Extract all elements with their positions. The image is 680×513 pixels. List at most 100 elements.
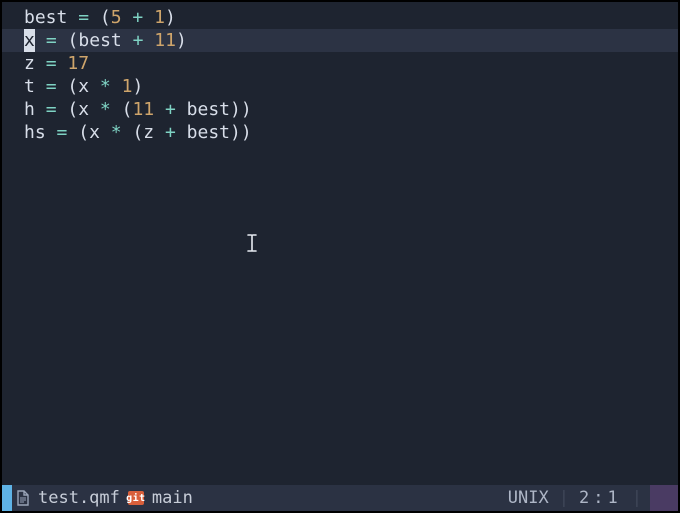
code-token: + [165, 122, 176, 143]
code-token [143, 30, 154, 51]
code-token: 1 [154, 30, 165, 51]
code-token [35, 99, 46, 120]
code-token: 11 [132, 99, 154, 120]
git-branch-label: main [152, 487, 193, 510]
code-token [111, 99, 122, 120]
code-token: x [89, 122, 100, 143]
code-token: = [46, 53, 57, 74]
file-icon [16, 490, 30, 506]
mode-indicator [2, 485, 12, 511]
code-token [176, 99, 187, 120]
code-line[interactable]: h = (x * (11 + best)) [2, 98, 678, 121]
status-bar-right: UNIX | 2:1 | [508, 487, 650, 510]
code-token [89, 76, 100, 97]
code-token: ( [132, 122, 143, 143]
line-ending-label: UNIX [508, 487, 549, 510]
code-token [57, 53, 68, 74]
code-token: ) [230, 122, 241, 143]
code-token: t [24, 76, 35, 97]
code-token: hs [24, 122, 46, 143]
code-token: ) [132, 76, 143, 97]
code-token: ( [68, 30, 79, 51]
code-token [57, 76, 68, 97]
code-token [89, 7, 100, 28]
code-token: 5 [111, 7, 122, 28]
code-token: + [132, 7, 143, 28]
code-token [122, 122, 133, 143]
code-token: best [24, 7, 67, 28]
code-token: ( [67, 99, 78, 120]
code-token [57, 99, 68, 120]
code-token: = [46, 76, 57, 97]
code-token [154, 122, 165, 143]
code-token [46, 122, 57, 143]
code-token [111, 76, 122, 97]
code-token: best [187, 99, 230, 120]
code-token: = [46, 30, 57, 51]
code-token: ) [230, 99, 241, 120]
status-bar-tail [650, 485, 678, 511]
code-token [67, 7, 78, 28]
status-separator: | [632, 487, 642, 510]
status-separator: | [559, 487, 569, 510]
code-token: b [78, 30, 89, 51]
git-icon: git [128, 491, 144, 505]
code-token: * [100, 76, 111, 97]
code-token: 17 [67, 53, 89, 74]
code-token [35, 76, 46, 97]
code-token: s [100, 30, 111, 51]
block-cursor: x [24, 29, 35, 52]
code-token: ) [241, 99, 252, 120]
code-line[interactable]: hs = (x * (z + best)) [2, 121, 678, 144]
code-token: ( [100, 7, 111, 28]
code-token [176, 122, 187, 143]
code-token: * [100, 99, 111, 120]
code-token: ( [78, 122, 89, 143]
code-token [35, 53, 46, 74]
code-token [154, 99, 165, 120]
filename-label: test.qmf [38, 487, 120, 510]
code-line[interactable]: z = 17 [2, 52, 678, 75]
code-line[interactable]: t = (x * 1) [2, 75, 678, 98]
code-token [100, 122, 111, 143]
cursor-line: 2 [579, 488, 593, 508]
text-cursor-ibeam-icon [246, 234, 258, 252]
code-token: + [165, 99, 176, 120]
code-token [67, 122, 78, 143]
code-token: h [24, 99, 35, 120]
code-line[interactable]: x = (best + 11) [2, 29, 678, 52]
code-token [57, 30, 68, 51]
code-token: x [78, 76, 89, 97]
code-token: ) [241, 122, 252, 143]
code-token: x [78, 99, 89, 120]
code-token: 1 [154, 7, 165, 28]
editor-window: best = (5 + 1)x = (best + 11)z = 17t = (… [0, 0, 680, 513]
cursor-position: 2:1 [579, 487, 622, 510]
cursor-pos-separator: : [593, 488, 607, 508]
code-token: ) [165, 7, 176, 28]
status-bar-left: test.qmf git main [12, 487, 193, 510]
code-token: ( [67, 76, 78, 97]
code-token [143, 7, 154, 28]
code-token: e [89, 30, 100, 51]
code-token: 1 [122, 76, 133, 97]
code-token: ( [122, 99, 133, 120]
code-token: + [133, 30, 144, 51]
cursor-col: 1 [608, 488, 622, 508]
code-token [122, 30, 133, 51]
editor-area[interactable]: best = (5 + 1)x = (best + 11)z = 17t = (… [2, 2, 678, 485]
code-token: ) [176, 30, 187, 51]
code-token: z [24, 53, 35, 74]
code-token [89, 99, 100, 120]
status-bar: test.qmf git main UNIX | 2:1 | [2, 485, 678, 511]
code-token: z [143, 122, 154, 143]
code-token [35, 30, 46, 51]
code-token: * [111, 122, 122, 143]
code-token: = [46, 99, 57, 120]
code-line[interactable]: best = (5 + 1) [2, 6, 678, 29]
code-token: best [187, 122, 230, 143]
code-token [122, 7, 133, 28]
code-token: t [111, 30, 122, 51]
code-token: = [57, 122, 68, 143]
code-token: 1 [165, 30, 176, 51]
